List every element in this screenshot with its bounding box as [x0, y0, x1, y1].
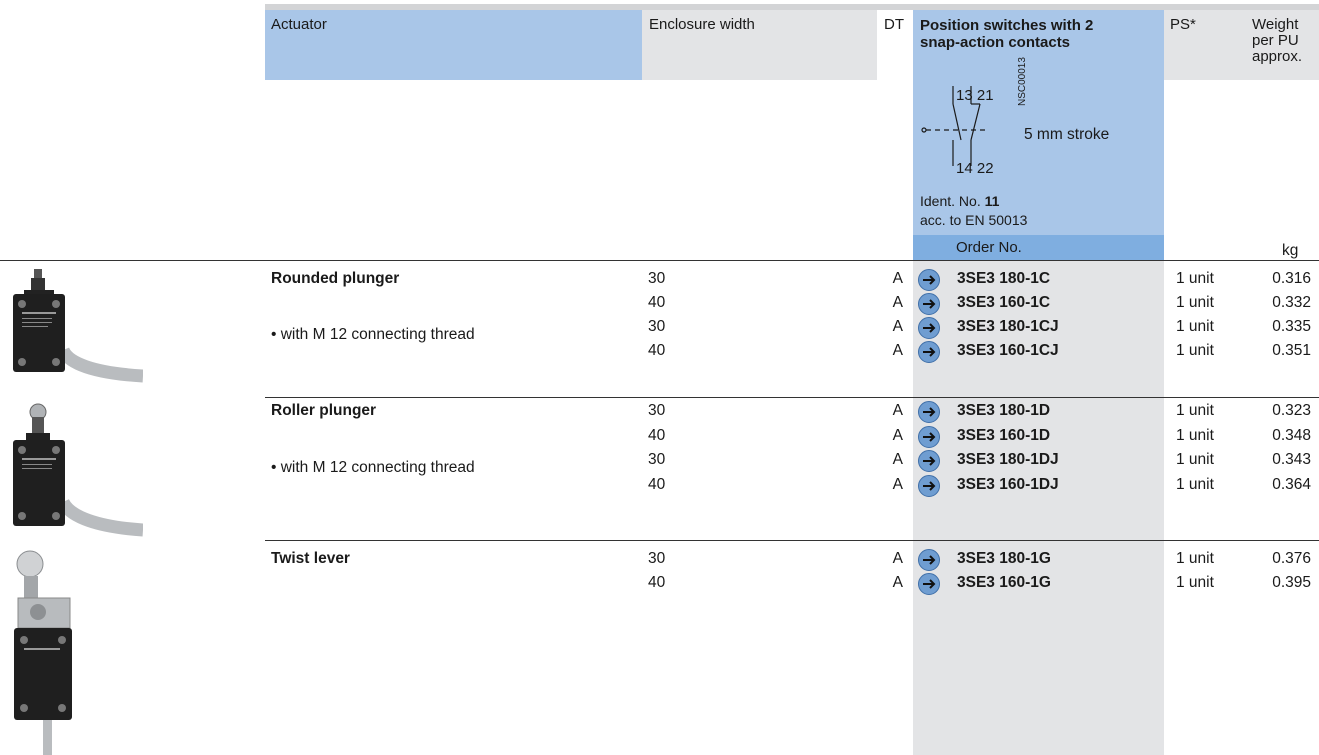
- weight-value: 0.332: [1272, 294, 1311, 311]
- ps-value: 1 unit: [1176, 342, 1214, 359]
- order-number: 3SE3 160-1C: [957, 294, 1051, 311]
- enclosure-width-value: 30: [648, 451, 666, 469]
- order-number: 3SE3 180-1DJ: [957, 451, 1059, 469]
- ps-value: 1 unit: [1176, 475, 1214, 493]
- ps-value: 1 unit: [1176, 318, 1214, 335]
- enclosure-width-value: 30: [648, 270, 666, 287]
- terminal-top-labels: 13 21: [956, 87, 994, 104]
- weight-value: 0.316: [1272, 270, 1311, 287]
- weight-value: 0.348: [1272, 426, 1311, 444]
- header-enclosure-width: Enclosure width: [642, 10, 877, 80]
- header-ps-label: PS*: [1170, 16, 1196, 33]
- header-weight: Weight per PU approx.: [1240, 10, 1319, 80]
- enclosure-width-value: 40: [648, 342, 666, 359]
- section-rule-1: [265, 397, 1319, 398]
- order-arrow-icon[interactable]: [918, 425, 940, 448]
- ps-value: 1 unit: [1176, 550, 1214, 567]
- weight-unit: kg: [1282, 242, 1299, 259]
- weight-value: 0.323: [1272, 402, 1311, 419]
- header-dt: DT: [877, 10, 913, 80]
- header-dt-label: DT: [884, 16, 904, 33]
- ps-value: 1 unit: [1176, 451, 1214, 469]
- dt-value: A: [892, 294, 903, 311]
- order-arrow-icon[interactable]: [918, 401, 940, 423]
- enclosure-width-value: 40: [648, 475, 666, 493]
- order-number: 3SE3 160-1D: [957, 426, 1051, 444]
- ident-prefix: Ident. No.: [920, 193, 985, 209]
- variant-roller-plunger: • with M 12 connecting thread: [271, 459, 475, 476]
- order-arrow-icon[interactable]: [918, 269, 940, 291]
- header-weight-line-2: per PU: [1252, 32, 1299, 49]
- terminal-bottom-labels: 14 22: [956, 160, 994, 177]
- header-weight-label: Weight per PU approx.: [1240, 10, 1319, 65]
- enclosure-width-value: 30: [648, 318, 666, 335]
- order-number: 3SE3 180-1CJ: [957, 318, 1059, 335]
- header-weight-line-3: approx.: [1252, 48, 1303, 65]
- header-actuator-label: Actuator: [271, 16, 327, 33]
- dt-value: A: [892, 475, 903, 493]
- twist-lever-switch-image: [14, 550, 72, 755]
- section-rule-2: [265, 540, 1319, 541]
- ps-value: 1 unit: [1176, 294, 1214, 311]
- dt-value: A: [892, 574, 903, 591]
- ps-value: 1 unit: [1176, 270, 1214, 287]
- dt-value: A: [892, 318, 903, 335]
- order-arrow-icon[interactable]: [918, 573, 940, 595]
- weight-value: 0.335: [1272, 318, 1311, 335]
- rounded-plunger-switch-image: [13, 269, 143, 383]
- table-rule-top: [0, 260, 1319, 261]
- weight-value: 0.351: [1272, 342, 1311, 359]
- ident-no: Ident. No. 11: [920, 193, 999, 209]
- enclosure-width-value: 40: [648, 574, 666, 591]
- order-number: 3SE3 160-1CJ: [957, 342, 1059, 359]
- dt-value: A: [892, 550, 903, 567]
- order-number: 3SE3 160-1DJ: [957, 475, 1059, 493]
- order-arrow-icon[interactable]: [918, 317, 940, 339]
- order-number: 3SE3 180-1G: [957, 550, 1051, 567]
- section-roller-plunger: Roller plunger: [271, 402, 377, 419]
- order-number: 3SE3 180-1D: [957, 402, 1051, 419]
- weight-value: 0.343: [1272, 451, 1311, 469]
- weight-value: 0.395: [1272, 574, 1311, 591]
- order-arrow-icon[interactable]: [918, 474, 940, 497]
- header-ps: PS*: [1164, 10, 1240, 80]
- enclosure-width-value: 30: [648, 550, 666, 567]
- dt-value: A: [892, 451, 903, 469]
- order-number: 3SE3 160-1G: [957, 574, 1051, 591]
- dt-value: A: [892, 402, 903, 419]
- ps-value: 1 unit: [1176, 574, 1214, 591]
- order-no-label: Order No.: [956, 239, 1022, 256]
- enclosure-width-value: 40: [648, 294, 666, 311]
- order-no-header: Order No.: [913, 235, 1164, 260]
- order-number: 3SE3 180-1C: [957, 270, 1051, 287]
- section-rounded-plunger: Rounded plunger: [271, 270, 400, 287]
- weight-value: 0.376: [1272, 550, 1311, 567]
- dt-value: A: [892, 342, 903, 359]
- variant-rounded-plunger: • with M 12 connecting thread: [271, 326, 475, 343]
- drawing-code: NSC00013: [1017, 57, 1028, 106]
- order-arrow-icon[interactable]: [918, 293, 940, 315]
- ps-value: 1 unit: [1176, 426, 1214, 444]
- weight-value: 0.364: [1272, 475, 1311, 493]
- enclosure-width-value: 40: [648, 426, 666, 444]
- ident-number: 11: [984, 193, 1000, 209]
- stroke-label: 5 mm stroke: [1024, 126, 1110, 143]
- order-arrow-icon[interactable]: [918, 549, 940, 571]
- header-enclosure-width-label: Enclosure width: [649, 16, 755, 33]
- dt-value: A: [892, 270, 903, 287]
- header-actuator: Actuator: [265, 10, 642, 80]
- order-arrow-icon[interactable]: [918, 341, 940, 363]
- section-twist-lever: Twist lever: [271, 550, 350, 567]
- ident-standard: acc. to EN 50013: [920, 212, 1028, 228]
- enclosure-width-value: 30: [648, 402, 666, 419]
- header-weight-line-1: Weight: [1252, 16, 1299, 33]
- dt-value: A: [892, 426, 903, 444]
- roller-plunger-switch-image: [13, 403, 143, 537]
- ps-value: 1 unit: [1176, 402, 1214, 419]
